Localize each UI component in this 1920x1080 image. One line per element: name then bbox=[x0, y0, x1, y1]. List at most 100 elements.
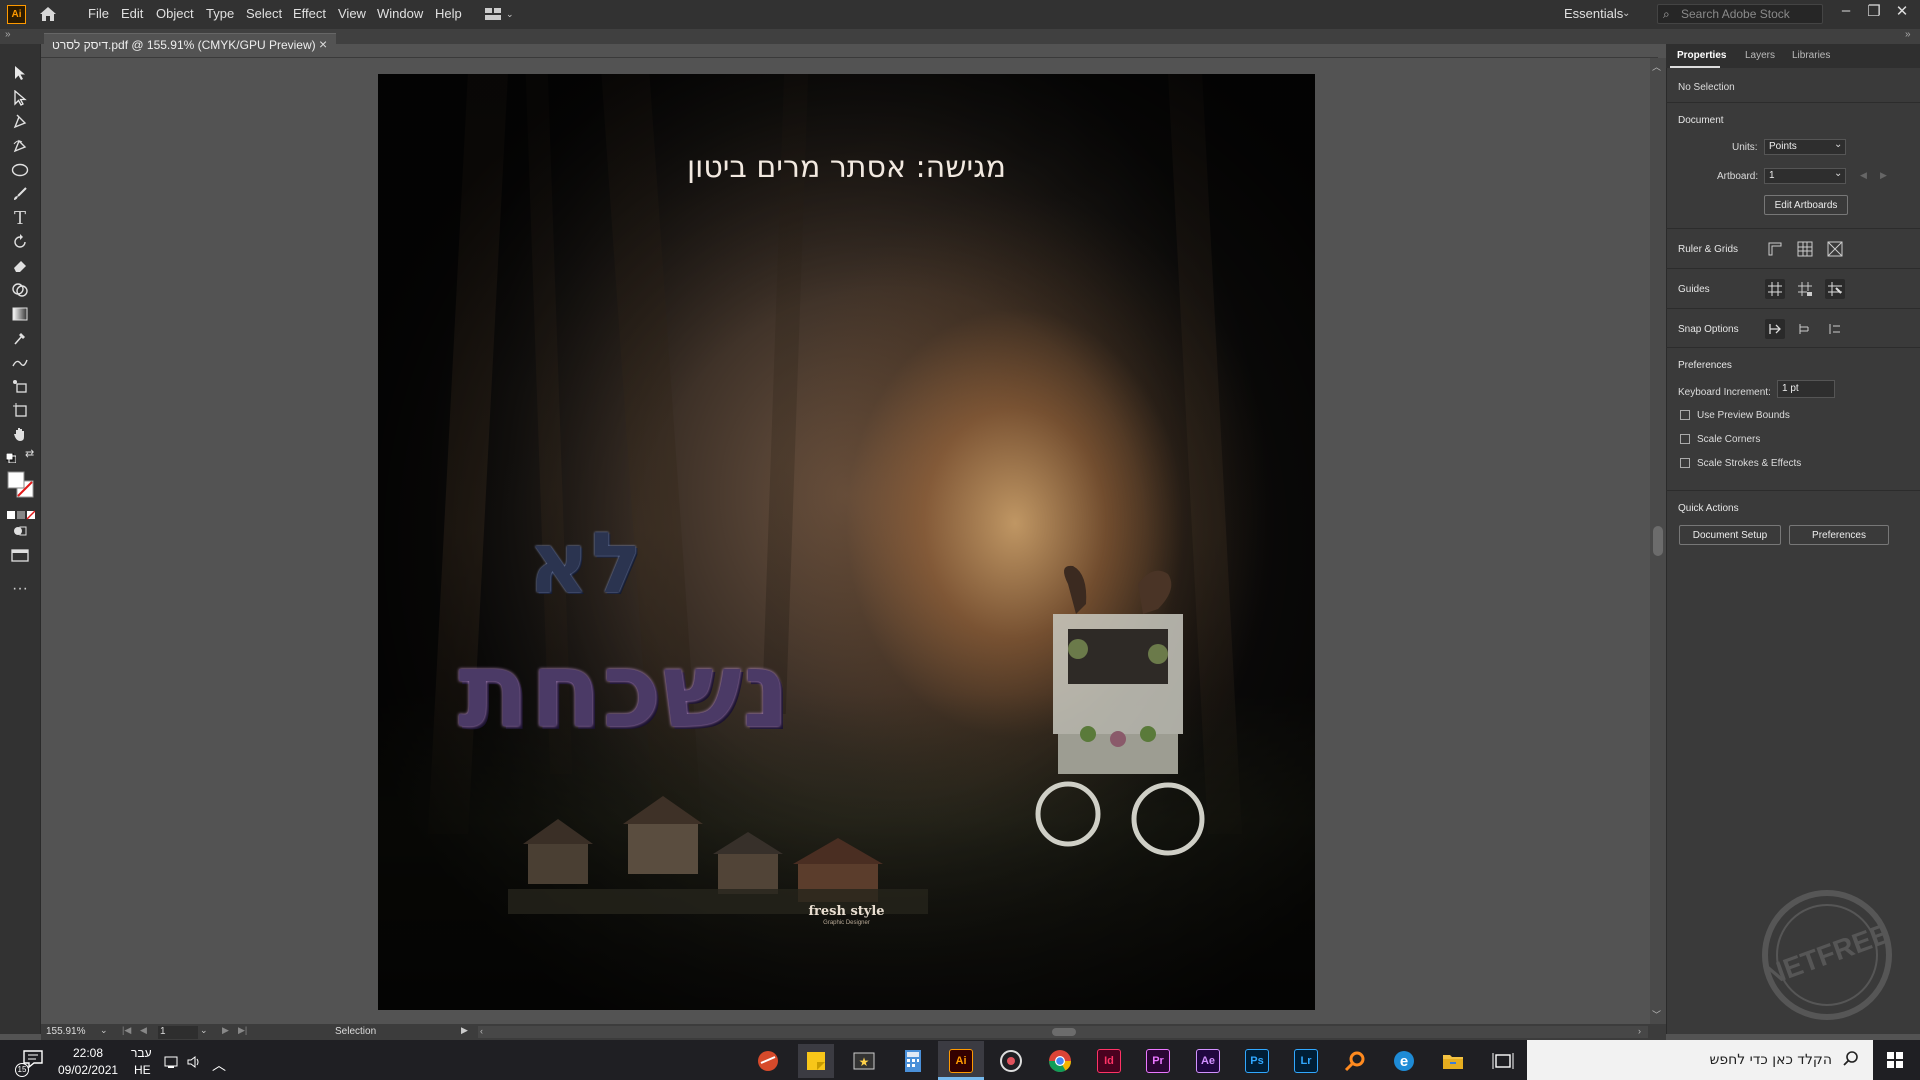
scroll-down-icon[interactable]: ﹀ bbox=[1652, 1008, 1661, 1021]
scale-strokes-effects-label[interactable]: Scale Strokes & Effects bbox=[1697, 458, 1801, 469]
taskbar-photoshop-icon[interactable]: Ps bbox=[1239, 1044, 1275, 1078]
chevron-down-icon[interactable]: ⌄ bbox=[100, 1025, 108, 1036]
menu-select[interactable]: Select bbox=[246, 6, 282, 21]
taskbar-after-effects-icon[interactable]: Ae bbox=[1190, 1044, 1226, 1078]
ellipse-tool-icon[interactable] bbox=[8, 159, 32, 181]
color-mode-icons[interactable] bbox=[7, 507, 36, 520]
chevron-down-icon[interactable]: ⌄ bbox=[1622, 8, 1630, 19]
first-artboard-icon[interactable]: |◀ bbox=[122, 1025, 131, 1036]
artboard-number-field[interactable]: 1 bbox=[158, 1026, 198, 1039]
previous-artboard-icon[interactable]: ◀ bbox=[1860, 170, 1867, 181]
document-setup-button[interactable]: Document Setup bbox=[1679, 525, 1781, 545]
minimize-icon[interactable]: – bbox=[1834, 2, 1858, 19]
taskbar-lightroom-icon[interactable]: Lr bbox=[1288, 1044, 1324, 1078]
ruler-icon[interactable] bbox=[1765, 239, 1785, 259]
scale-corners-checkbox[interactable] bbox=[1680, 434, 1690, 444]
snap-to-point-icon[interactable] bbox=[1765, 319, 1785, 339]
menu-view[interactable]: View bbox=[338, 6, 366, 21]
scale-corners-label[interactable]: Scale Corners bbox=[1697, 434, 1760, 445]
menu-effect[interactable]: Effect bbox=[293, 6, 326, 21]
status-menu-arrow-icon[interactable]: ▶ bbox=[461, 1025, 468, 1036]
tab-libraries[interactable]: Libraries bbox=[1792, 50, 1830, 61]
menu-type[interactable]: Type bbox=[206, 6, 234, 21]
taskbar-calculator-icon[interactable] bbox=[895, 1044, 931, 1078]
hand-tool-icon[interactable] bbox=[8, 423, 32, 445]
next-artboard-icon[interactable]: ▶ bbox=[222, 1025, 229, 1036]
home-icon[interactable] bbox=[38, 5, 58, 23]
previous-artboard-icon[interactable]: ◀ bbox=[140, 1025, 147, 1036]
next-artboard-icon[interactable]: ▶ bbox=[1880, 170, 1887, 181]
fill-stroke-swatch[interactable] bbox=[7, 471, 35, 499]
more-tools-icon[interactable]: ··· bbox=[8, 578, 32, 600]
taskbar-chrome-icon[interactable] bbox=[1042, 1044, 1078, 1078]
close-tab-icon[interactable]: × bbox=[319, 36, 327, 52]
chevron-down-icon[interactable]: ⌄ bbox=[1834, 139, 1842, 150]
taskbar-clock-time[interactable]: 22:08 bbox=[70, 1046, 106, 1060]
close-icon[interactable]: ✕ bbox=[1890, 2, 1914, 20]
workspace-switcher[interactable]: Essentials bbox=[1564, 6, 1623, 21]
taskbar-illustrator-icon[interactable]: Ai bbox=[943, 1044, 979, 1078]
tab-layers[interactable]: Layers bbox=[1745, 50, 1775, 61]
use-preview-bounds-label[interactable]: Use Preview Bounds bbox=[1697, 410, 1790, 421]
eraser-tool-icon[interactable] bbox=[8, 255, 32, 277]
pen-tool-icon[interactable] bbox=[8, 111, 32, 133]
smart-guides-icon[interactable] bbox=[1825, 279, 1845, 299]
direct-selection-tool-icon[interactable] bbox=[8, 87, 32, 109]
last-artboard-icon[interactable]: ▶| bbox=[238, 1025, 247, 1036]
current-tool-status[interactable]: Selection bbox=[335, 1026, 376, 1037]
vertical-scroll-thumb[interactable] bbox=[1653, 526, 1663, 556]
scroll-up-icon[interactable]: ︿ bbox=[1652, 60, 1661, 73]
arrange-documents-button[interactable]: ⌄ bbox=[484, 5, 520, 23]
zoom-level-field[interactable]: 155.91% bbox=[46, 1026, 98, 1039]
taskbar-clock-date[interactable]: 09/02/2021 bbox=[58, 1063, 118, 1077]
keyboard-increment-field[interactable]: 1 pt bbox=[1777, 380, 1835, 398]
paintbrush-tool-icon[interactable] bbox=[8, 183, 32, 205]
grid-icon[interactable] bbox=[1795, 239, 1815, 259]
taskbar-edge-icon[interactable]: e bbox=[1386, 1044, 1422, 1078]
taskbar-chrome-alt-icon[interactable] bbox=[750, 1044, 786, 1078]
use-preview-bounds-checkbox[interactable] bbox=[1680, 410, 1690, 420]
menu-file[interactable]: File bbox=[88, 6, 109, 21]
menu-object[interactable]: Object bbox=[156, 6, 194, 21]
chevron-down-icon[interactable]: ⌄ bbox=[200, 1025, 208, 1036]
scale-strokes-effects-checkbox[interactable] bbox=[1680, 458, 1690, 468]
collapse-panels-icon[interactable]: » bbox=[1905, 29, 1911, 40]
shape-builder-tool-icon[interactable] bbox=[8, 279, 32, 301]
expand-toolbar-icon[interactable]: » bbox=[5, 29, 11, 40]
symbol-sprayer-tool-icon[interactable] bbox=[8, 375, 32, 397]
blend-tool-icon[interactable] bbox=[8, 351, 32, 373]
edit-artboards-button[interactable]: Edit Artboards bbox=[1764, 195, 1848, 215]
menu-window[interactable]: Window bbox=[377, 6, 423, 21]
draw-mode-icon[interactable] bbox=[8, 520, 32, 542]
artboard-tool-icon[interactable] bbox=[8, 399, 32, 421]
input-language-code[interactable]: HE bbox=[134, 1063, 151, 1077]
taskbar-file-explorer-icon[interactable] bbox=[1435, 1044, 1471, 1078]
scroll-left-icon[interactable]: ‹ bbox=[480, 1026, 483, 1036]
curvature-tool-icon[interactable] bbox=[8, 135, 32, 157]
horizontal-scroll-thumb[interactable] bbox=[1052, 1028, 1076, 1036]
selection-tool-icon[interactable] bbox=[8, 62, 32, 84]
chevron-up-icon[interactable]: ︿ bbox=[212, 1055, 226, 1075]
volume-icon[interactable] bbox=[186, 1055, 202, 1072]
taskbar-search-tool-icon[interactable] bbox=[1337, 1044, 1373, 1078]
swap-fill-stroke-icon[interactable]: ⇄ bbox=[25, 447, 34, 460]
windows-start-icon[interactable] bbox=[1878, 1045, 1912, 1075]
taskbar-movie-maker-icon[interactable]: ★ bbox=[846, 1044, 882, 1078]
menu-edit[interactable]: Edit bbox=[121, 6, 143, 21]
network-icon[interactable] bbox=[164, 1055, 180, 1072]
perspective-grid-icon[interactable] bbox=[1825, 239, 1845, 259]
default-fill-stroke-icon[interactable] bbox=[5, 450, 17, 464]
snap-to-glyph-icon[interactable] bbox=[1825, 319, 1845, 339]
task-view-icon[interactable] bbox=[1485, 1044, 1521, 1078]
rotate-tool-icon[interactable] bbox=[8, 231, 32, 253]
windows-search-placeholder[interactable]: הקלד כאן כדי לחפש bbox=[1680, 1052, 1832, 1068]
lock-guides-icon[interactable] bbox=[1795, 279, 1815, 299]
preferences-button[interactable]: Preferences bbox=[1789, 525, 1889, 545]
taskbar-sticky-notes-icon[interactable] bbox=[798, 1044, 834, 1078]
eyedropper-tool-icon[interactable] bbox=[8, 327, 32, 349]
menu-help[interactable]: Help bbox=[435, 6, 462, 21]
tab-properties[interactable]: Properties bbox=[1677, 50, 1726, 61]
taskbar-media-player-icon[interactable] bbox=[993, 1044, 1029, 1078]
scroll-right-icon[interactable]: › bbox=[1638, 1026, 1641, 1036]
document-tab-title[interactable]: דיסק לסרט.pdf @ 155.91% (CMYK/GPU Previe… bbox=[52, 38, 316, 52]
